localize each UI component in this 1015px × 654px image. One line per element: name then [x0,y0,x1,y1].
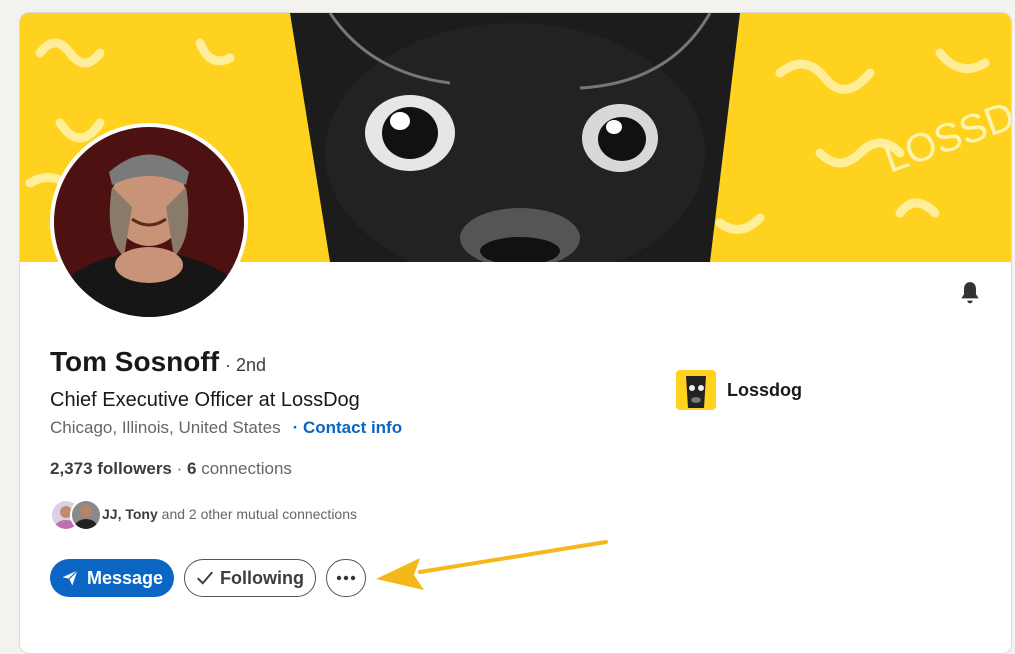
location-row: Chicago, Illinois, United States · Conta… [50,418,402,438]
contact-info-link[interactable]: · Contact info [293,418,403,438]
mutual-names: JJ, Tony [102,506,158,522]
message-button[interactable]: Message [50,559,174,597]
current-company[interactable]: Lossdog [676,370,802,410]
message-label: Message [86,567,164,588]
name-row: Tom Sosnoff · 2nd [50,346,266,378]
mutual-avatar-tony [70,499,102,531]
followers-count: 2,373 followers [50,459,172,478]
following-button[interactable]: Following [184,559,316,597]
checkmark-icon [196,569,214,587]
stats-separator: · [171,459,187,478]
notification-bell-button[interactable] [954,279,986,311]
profile-name: Tom Sosnoff [50,346,220,377]
mutual-avatars [50,499,102,531]
paper-plane-icon [61,569,79,587]
svg-text:LOSSDOG: LOSSDOG [878,72,1011,181]
connection-degree: · 2nd [225,355,267,375]
connections-label: connections [196,459,292,478]
following-label: Following [220,567,304,588]
profile-photo[interactable] [50,123,248,321]
bell-icon [957,280,983,311]
profile-headline: Chief Executive Officer at LossDog [50,389,360,411]
company-name: Lossdog [727,379,802,400]
profile-location: Chicago, Illinois, United States [50,418,281,437]
follower-stats: 2,373 followers · 6 connections [50,459,292,479]
mutual-rest: and 2 other mutual connections [157,506,358,522]
mutual-connections[interactable]: JJ, Tony and 2 other mutual connections [50,499,357,531]
profile-card: LOSSDOG Tom Sosnoff · 2nd Chief Executiv… [19,12,1012,654]
ellipsis-icon [336,575,356,581]
more-actions-button[interactable] [326,559,366,597]
mutual-connections-text[interactable]: JJ, Tony and 2 other mutual connections [102,506,357,522]
lossdog-logo [676,370,716,410]
